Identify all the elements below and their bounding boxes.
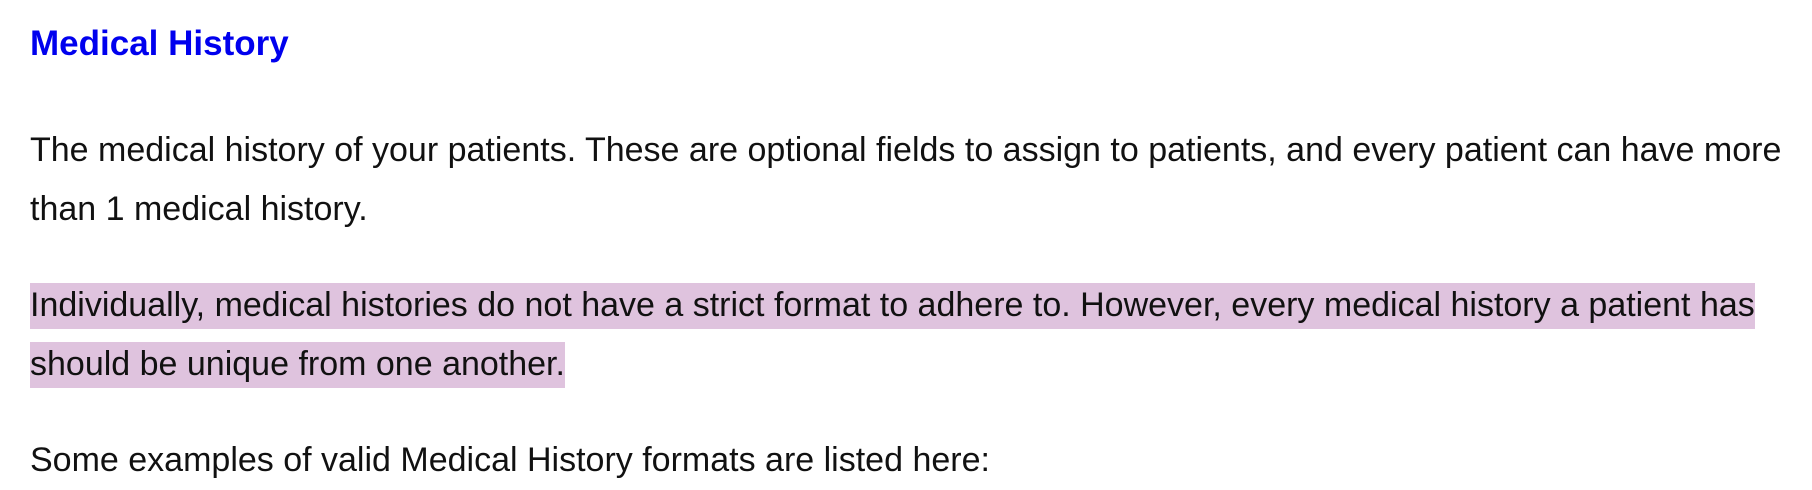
highlighted-paragraph: Individually, medical histories do not h… xyxy=(30,276,1800,394)
section-heading: Medical History xyxy=(30,24,289,63)
examples-intro-paragraph: Some examples of valid Medical History f… xyxy=(30,441,990,479)
text-highlight: Individually, medical histories do not h… xyxy=(30,283,1755,388)
intro-paragraph: The medical history of your patients. Th… xyxy=(30,131,1782,228)
